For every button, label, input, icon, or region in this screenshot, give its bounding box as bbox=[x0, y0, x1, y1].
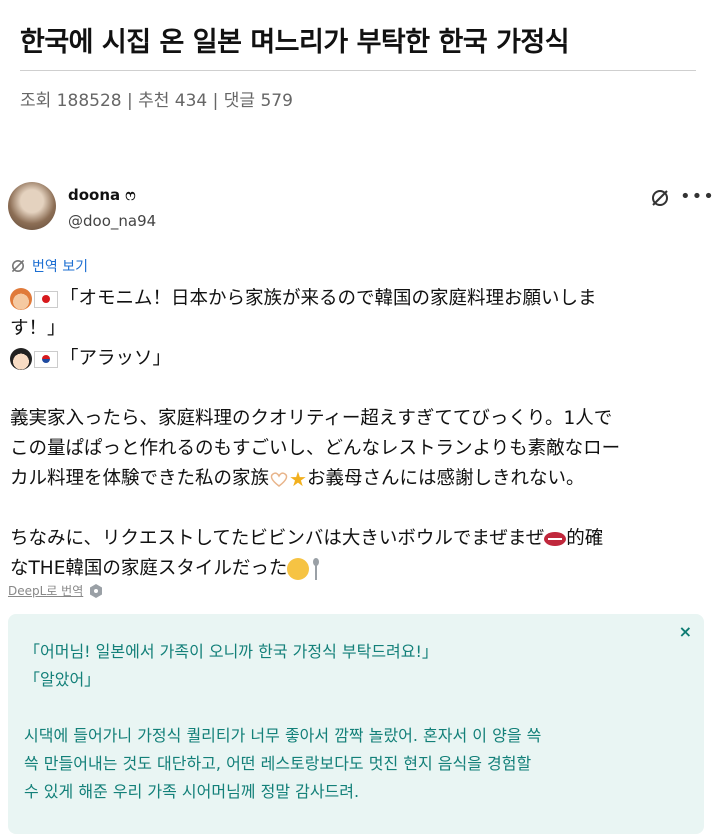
deepl-icon bbox=[90, 583, 103, 598]
translate-link-label: 번역 보기 bbox=[32, 259, 88, 275]
avatar[interactable] bbox=[8, 182, 56, 230]
more-icon[interactable]: ••• bbox=[680, 186, 714, 207]
deepl-link[interactable]: DeepL로 번역 bbox=[8, 582, 103, 599]
post-body: 「オモニム！日本から家族が来るので韓国の家庭料理お願いしま す！」 「アラッソ」… bbox=[10, 284, 700, 584]
post-para2-line3b: お義母さんには感謝しきれない。 bbox=[306, 468, 585, 489]
author-handle[interactable]: @doo_na94 bbox=[68, 212, 156, 230]
translation-line-3: 시댁에 들어가니 가정식 퀄리티가 너무 좋아서 깜짝 놀랐어. 혼자서 이 양… bbox=[24, 726, 542, 745]
translation-line-5: 수 있게 해준 우리 가족 시어머님께 정말 감사드려. bbox=[24, 782, 360, 801]
translation-line-1: 「어머님! 일본에서 가족이 오니까 한국 가정식 부탁드려요!」 bbox=[24, 642, 438, 661]
smile-emoji-icon bbox=[287, 558, 310, 580]
translation-line-4: 쓱 만들어내는 것도 대단하고, 어떤 레스토랑보다도 멋진 현지 음식을 경험… bbox=[24, 754, 532, 773]
translate-link[interactable]: 번역 보기 bbox=[10, 256, 88, 276]
translation-box: × 「어머님! 일본에서 가족이 오니까 한국 가정식 부탁드려요!」 「알았어… bbox=[8, 614, 704, 834]
article-meta: 조회 188528 | 추천 434 | 댓글 579 bbox=[20, 91, 293, 111]
deepl-label: DeepL로 번역 bbox=[8, 584, 84, 598]
star-icon: ★ bbox=[289, 467, 307, 491]
post-line-3: 「アラッソ」 bbox=[10, 344, 700, 374]
lips-icon bbox=[544, 532, 567, 546]
korea-flag-icon bbox=[34, 350, 58, 368]
translation-text: 「어머님! 일본에서 가족이 오니까 한국 가정식 부탁드려요!」 「알았어」 … bbox=[24, 638, 679, 806]
post-para3-line1b: 的確 bbox=[566, 528, 604, 549]
post-line-2: す！」 bbox=[10, 318, 66, 339]
post-para2-line2: この量ぱぱっと作れるのもすごいし、どんなレストランよりも素敵なロー bbox=[10, 438, 621, 459]
author-name[interactable]: doona ෆ bbox=[68, 186, 136, 204]
post-para2-line3a: カル料理を体験できた私の家族 bbox=[10, 468, 270, 489]
woman-emoji-icon bbox=[10, 348, 32, 370]
post-para3-line2: なTHE韓国の家庭スタイルだった bbox=[10, 558, 288, 579]
japan-flag-icon bbox=[34, 290, 58, 308]
close-icon[interactable]: × bbox=[679, 622, 692, 641]
article-title: 한국에 시집 온 일본 며느리가 부탁한 한국 가정식 bbox=[20, 27, 570, 58]
translate-icon bbox=[11, 259, 25, 273]
heart-hands-icon bbox=[270, 472, 288, 487]
translate-off-icon[interactable] bbox=[650, 188, 670, 208]
translation-line-2: 「알았어」 bbox=[24, 670, 101, 689]
title-divider bbox=[20, 70, 696, 71]
spoon-icon bbox=[313, 558, 320, 580]
post-para3-line1a: ちなみに、リクエストしてたビビンバは大きいボウルでまぜまぜ bbox=[10, 528, 545, 549]
post-para2-line1: 義実家入ったら、家庭料理のクオリティー超えすぎててびっくり。1人で bbox=[10, 408, 613, 429]
post-line-1: 「オモニム！日本から家族が来るので韓国の家庭料理お願いしま bbox=[10, 284, 700, 314]
woman-emoji-icon bbox=[10, 288, 32, 310]
